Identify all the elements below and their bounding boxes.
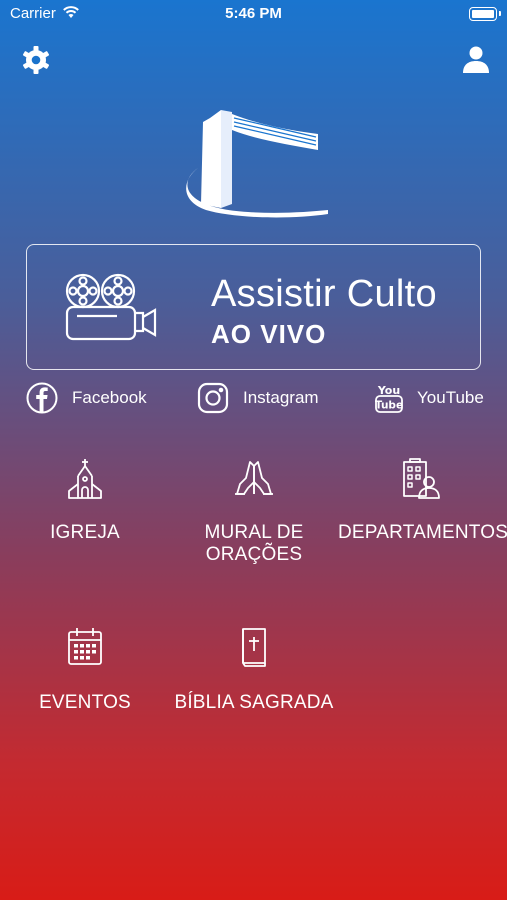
svg-text:You: You — [377, 384, 400, 397]
menu-item-biblia[interactable]: BÍBLIA SAGRADA — [172, 626, 336, 714]
menu-label-eventos: EVENTOS — [39, 692, 131, 713]
menu-item-mural-oracoes[interactable]: MURAL DE ORAÇÕES — [185, 458, 323, 566]
praying-hands-icon — [235, 461, 273, 495]
status-bar: Carrier 5:46 PM — [0, 0, 507, 28]
church-icon — [68, 459, 102, 499]
battery-icon — [469, 7, 501, 21]
watch-live-button[interactable]: Assistir Culto AO VIVO — [26, 244, 481, 370]
status-time: 5:46 PM — [225, 5, 282, 22]
menu-label-mural-oracoes: MURAL DE ORAÇÕES — [185, 522, 323, 566]
bible-icon — [242, 628, 266, 667]
menu-item-departamentos[interactable]: DEPARTAMENTOS — [338, 458, 507, 544]
facebook-icon — [26, 382, 58, 414]
facebook-label: Facebook — [72, 388, 147, 407]
departments-icon — [403, 458, 440, 499]
live-subtitle: AO VIVO — [211, 319, 327, 349]
menu-label-line2: ORAÇÕES — [205, 544, 303, 565]
user-icon[interactable] — [461, 44, 491, 74]
instagram-link[interactable]: Instagram — [197, 380, 319, 416]
live-title: Assistir Culto — [211, 273, 437, 315]
gear-icon[interactable] — [20, 44, 52, 76]
menu-label-biblia: BÍBLIA SAGRADA — [174, 692, 334, 713]
svg-text:Tube: Tube — [375, 400, 403, 412]
menu-label-departamentos: DEPARTAMENTOS — [338, 522, 507, 543]
film-camera-icon — [65, 273, 157, 341]
menu-item-igreja[interactable]: IGREJA — [20, 458, 150, 544]
facebook-link[interactable]: Facebook — [26, 380, 147, 416]
youtube-link[interactable]: You Tube YouTube — [373, 380, 484, 416]
youtube-icon: You Tube — [375, 384, 403, 413]
menu-label-line1: MURAL DE — [204, 522, 304, 543]
youtube-label: YouTube — [417, 388, 484, 407]
instagram-label: Instagram — [243, 388, 319, 407]
church-logo — [186, 110, 328, 218]
menu-label-igreja: IGREJA — [50, 522, 120, 543]
menu-item-eventos[interactable]: EVENTOS — [20, 626, 150, 714]
calendar-icon — [68, 628, 102, 665]
instagram-icon — [197, 382, 229, 414]
